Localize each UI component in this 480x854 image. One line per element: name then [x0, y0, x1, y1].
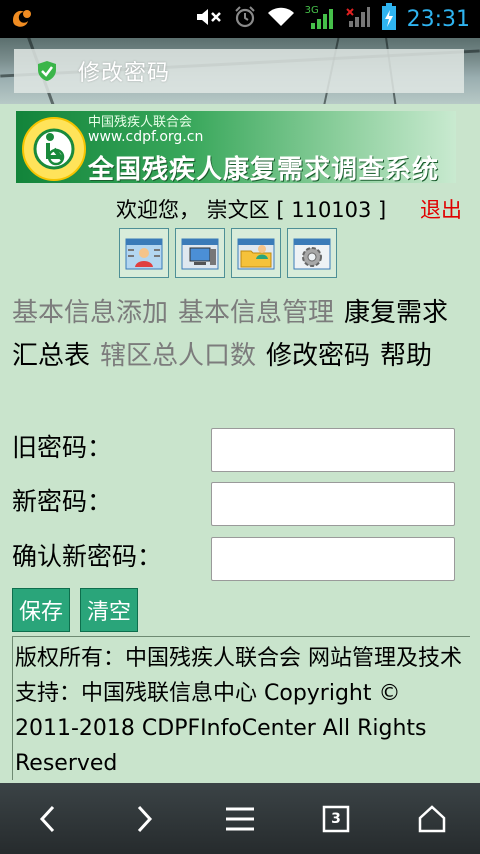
secure-shield-icon	[36, 60, 58, 82]
new-password-label: 新密码：	[12, 487, 113, 516]
tab-count: 3	[331, 811, 341, 827]
tabs-icon[interactable]: 3	[318, 801, 354, 837]
back-icon[interactable]	[30, 801, 66, 837]
confirm-password-input[interactable]	[211, 537, 455, 581]
nav-change-password[interactable]: 修改密码	[266, 341, 370, 371]
computer-manage-icon[interactable]	[175, 228, 225, 278]
mute-icon	[195, 6, 223, 32]
clear-button[interactable]: 清空	[80, 588, 139, 632]
menu-icon[interactable]	[222, 801, 258, 837]
page-title-bar: 修改密码	[14, 49, 464, 93]
confirm-password-label: 确认新密码：	[12, 542, 163, 571]
banner-org-name: 中国残疾人联合会	[88, 115, 193, 130]
old-password-input[interactable]	[211, 428, 455, 472]
main-nav: 基本信息添加 基本信息管理 康复需求汇总表 辖区总人口数 修改密码 帮助	[12, 292, 472, 378]
banner-system-name: 全国残疾人康复需求调查系统	[88, 155, 440, 183]
toolbar-icons	[119, 228, 337, 278]
page-title: 修改密码	[78, 61, 171, 86]
clock: 23:31	[406, 6, 470, 32]
welcome-text: 欢迎您， 崇文区 [ 110103 ]	[116, 198, 387, 222]
wifi-icon	[267, 6, 295, 32]
settings-gear-icon[interactable]	[287, 228, 337, 278]
nav-help[interactable]: 帮助	[380, 341, 432, 371]
old-password-label: 旧密码：	[12, 433, 113, 462]
signal-no-service-icon	[345, 5, 371, 33]
home-icon[interactable]	[414, 801, 450, 837]
signal-icon: 3G	[305, 5, 335, 31]
user-add-icon[interactable]	[119, 228, 169, 278]
forward-icon[interactable]	[126, 801, 162, 837]
nav-basic-info-add[interactable]: 基本信息添加	[12, 298, 168, 328]
battery-charging-icon	[381, 3, 397, 35]
status-bar: 3G 23:31	[0, 0, 480, 38]
nav-basic-info-manage[interactable]: 基本信息管理	[178, 298, 334, 328]
save-button[interactable]: 保存	[12, 588, 71, 632]
new-password-input[interactable]	[211, 482, 455, 526]
browser-nav-bar: 3	[0, 783, 480, 854]
banner-url: www.cdpf.org.cn	[88, 129, 204, 145]
alarm-icon	[233, 5, 257, 33]
uc-browser-icon	[10, 6, 36, 32]
nav-district-population[interactable]: 辖区总人口数	[100, 341, 256, 371]
logout-link[interactable]: 退出	[420, 194, 462, 224]
cdpf-logo-icon	[22, 117, 86, 181]
footer-copyright: 版权所有：中国残疾人联合会 网站管理及技术支持：中国残联信息中心 Copyrig…	[12, 636, 470, 780]
site-banner: 中国残疾人联合会 www.cdpf.org.cn 全国残疾人康复需求调查系统	[16, 111, 456, 183]
folder-user-icon[interactable]	[231, 228, 281, 278]
